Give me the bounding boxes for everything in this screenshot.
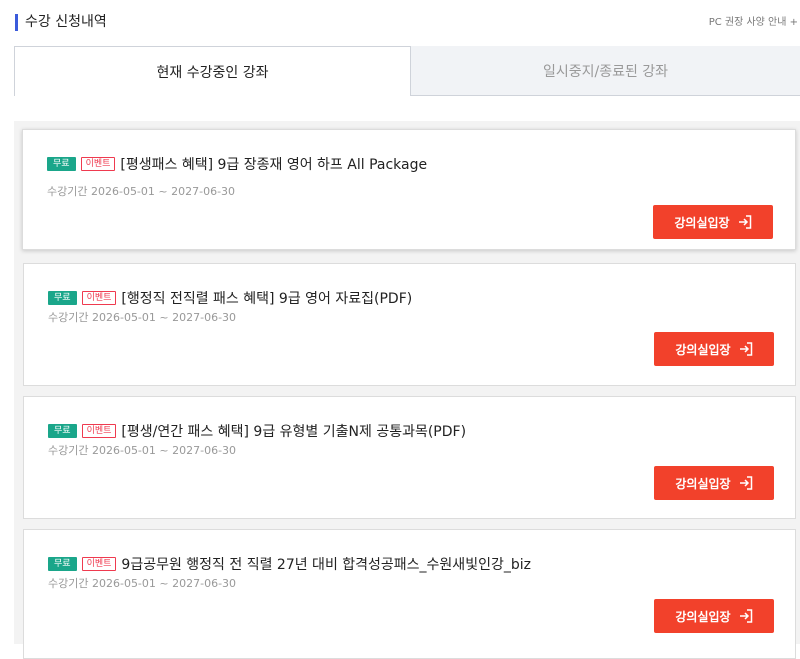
event-badge: 이벤트 [81, 424, 117, 438]
pc-spec-link[interactable]: PC 권장 사양 안내 + [709, 16, 798, 30]
free-badge: 무료 [48, 424, 77, 438]
course-title[interactable]: [평생패스 혜택] 9급 장종재 영어 하프 All Package [120, 154, 427, 174]
course-card: 무료 이벤트 9급공무원 행정직 전 직렬 27년 대비 합격성공패스_수원새빛… [23, 529, 796, 659]
enter-classroom-button[interactable]: 강의실입장 [653, 205, 773, 239]
free-badge: 무료 [48, 291, 77, 305]
course-title[interactable]: 9급공무원 행정직 전 직렬 27년 대비 합격성공패스_수원새빛인강_biz [121, 554, 531, 574]
enter-icon [738, 215, 751, 229]
course-title[interactable]: [행정직 전직렬 패스 혜택] 9급 영어 자료집(PDF) [121, 288, 412, 308]
course-title[interactable]: [평생/연간 패스 혜택] 9급 유형별 기출N제 공통과목(PDF) [121, 421, 466, 441]
course-period: 수강기간 2026-05-01 ~ 2027-06-30 [47, 185, 236, 198]
tab-paused-ended-courses[interactable]: 일시중지/종료된 강좌 [411, 46, 800, 96]
event-badge: 이벤트 [81, 291, 117, 305]
course-list: 무료 이벤트 [평생패스 혜택] 9급 장종재 영어 하프 All Packag… [14, 121, 800, 659]
enter-icon [739, 609, 752, 623]
course-title-row: 무료 이벤트 [평생/연간 패스 혜택] 9급 유형별 기출N제 공통과목(PD… [48, 421, 466, 441]
course-period: 수강기간 2026-05-01 ~ 2027-06-30 [48, 311, 237, 324]
enter-icon [739, 476, 752, 490]
tab-current-courses[interactable]: 현재 수강중인 강좌 [14, 46, 411, 96]
free-badge: 무료 [48, 557, 77, 571]
enter-classroom-button[interactable]: 강의실입장 [654, 599, 774, 633]
course-title-row: 무료 이벤트 [평생패스 혜택] 9급 장종재 영어 하프 All Packag… [47, 154, 427, 174]
enter-classroom-label: 강의실입장 [674, 215, 730, 230]
enter-classroom-label: 강의실입장 [675, 476, 731, 491]
course-card: 무료 이벤트 [행정직 전직렬 패스 혜택] 9급 영어 자료집(PDF) 수강… [23, 263, 796, 386]
title-accent-bar [15, 14, 18, 31]
course-card: 무료 이벤트 [평생패스 혜택] 9급 장종재 영어 하프 All Packag… [22, 129, 796, 250]
enter-classroom-button[interactable]: 강의실입장 [654, 466, 774, 500]
event-badge: 이벤트 [81, 557, 117, 571]
course-period: 수강기간 2026-05-01 ~ 2027-06-30 [48, 577, 237, 590]
free-badge: 무료 [47, 157, 76, 171]
enter-classroom-label: 강의실입장 [675, 342, 731, 357]
course-tabs: 현재 수강중인 강좌 일시중지/종료된 강좌 [14, 46, 800, 96]
page-header: 수강 신청내역 PC 권장 사양 안내 + [0, 0, 800, 46]
course-title-row: 무료 이벤트 9급공무원 행정직 전 직렬 27년 대비 합격성공패스_수원새빛… [48, 554, 531, 574]
enter-classroom-button[interactable]: 강의실입장 [654, 332, 774, 366]
course-card: 무료 이벤트 [평생/연간 패스 혜택] 9급 유형별 기출N제 공통과목(PD… [23, 396, 796, 519]
course-title-row: 무료 이벤트 [행정직 전직렬 패스 혜택] 9급 영어 자료집(PDF) [48, 288, 412, 308]
enter-classroom-label: 강의실입장 [675, 609, 731, 624]
course-period: 수강기간 2026-05-01 ~ 2027-06-30 [48, 444, 237, 457]
event-badge: 이벤트 [80, 157, 116, 171]
page-title: 수강 신청내역 [25, 14, 107, 30]
enter-icon [739, 342, 752, 356]
